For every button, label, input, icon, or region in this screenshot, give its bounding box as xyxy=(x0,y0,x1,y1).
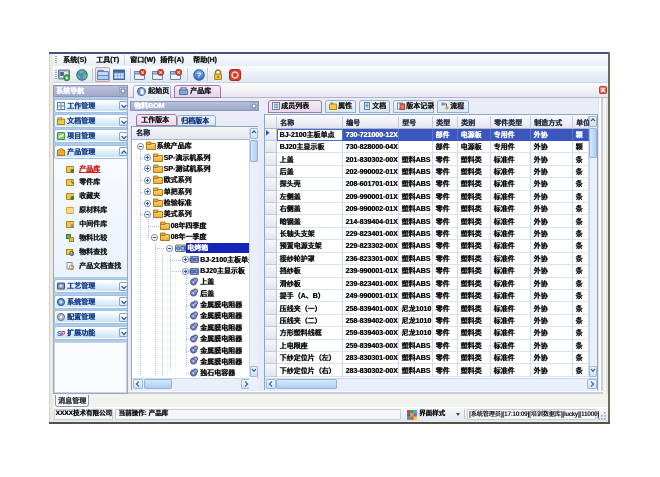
svg-text:a: a xyxy=(70,223,73,228)
svg-text:P: P xyxy=(61,331,65,337)
svg-text:?: ? xyxy=(196,71,201,80)
